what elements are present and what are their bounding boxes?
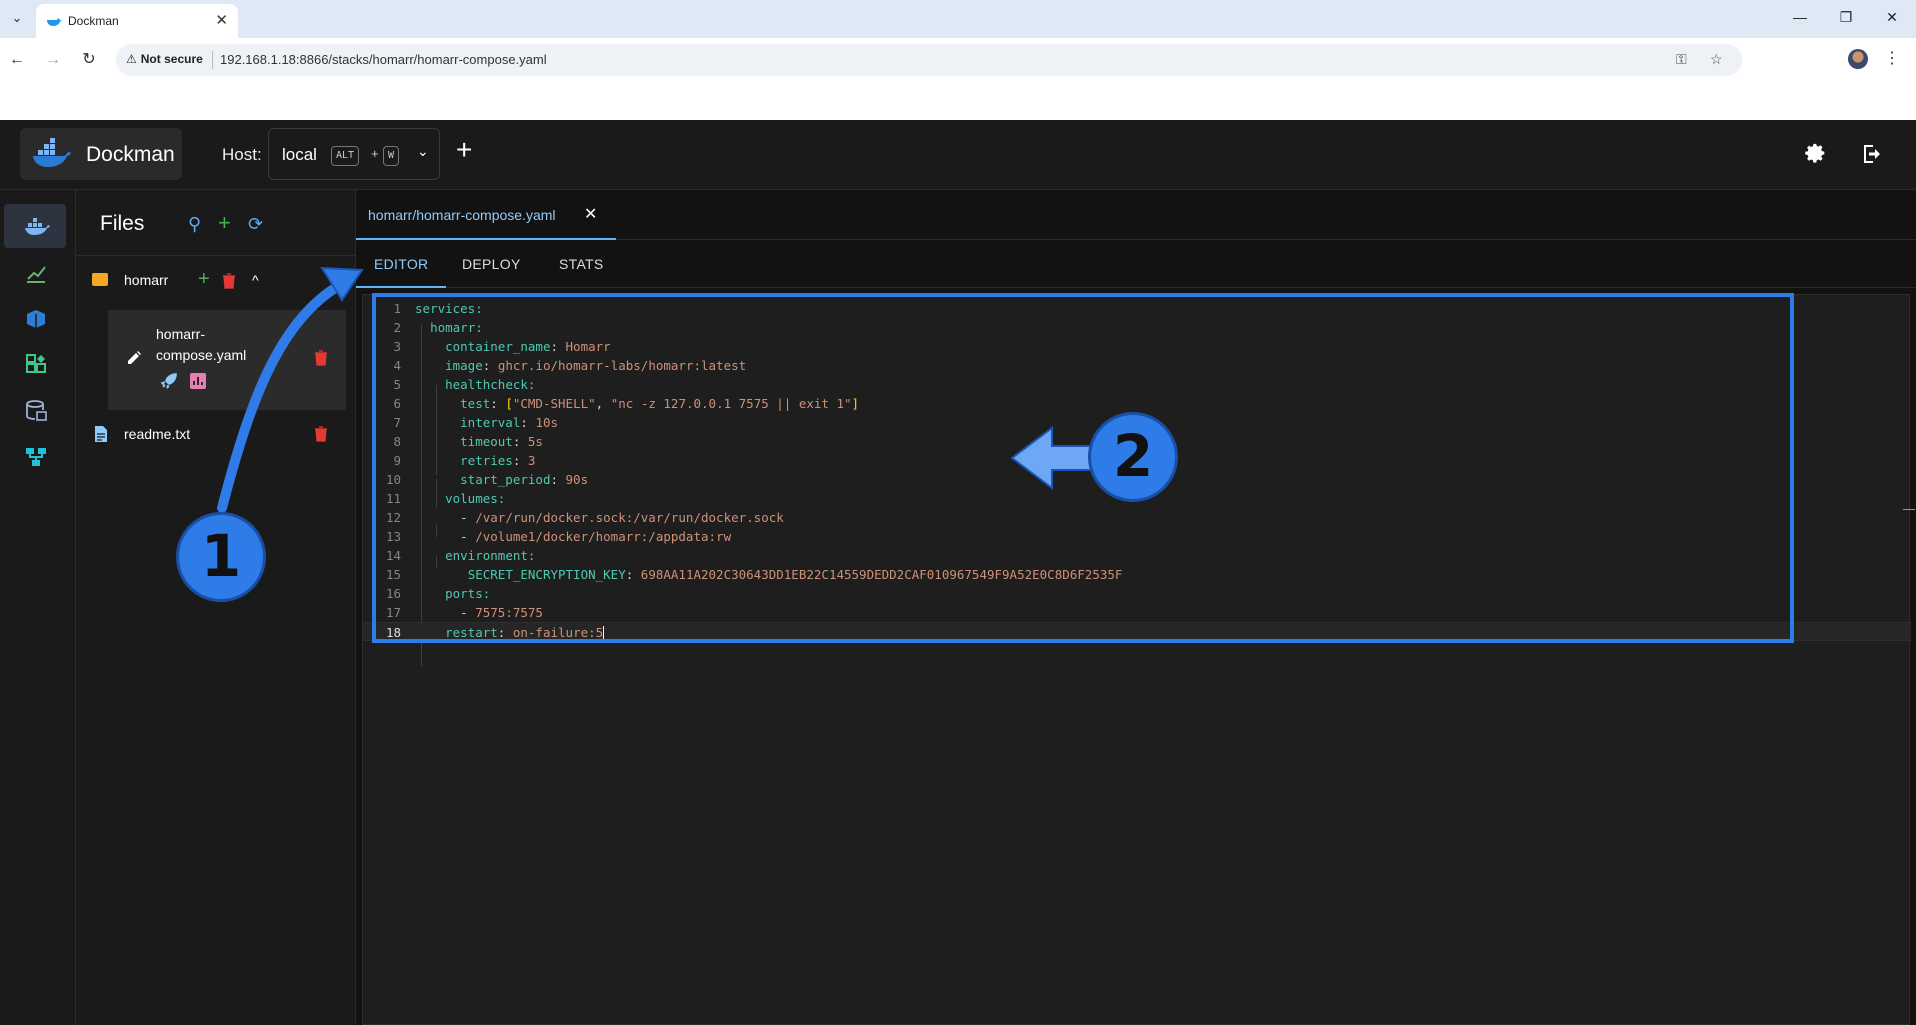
annotation-arrow-1: [217, 280, 345, 513]
annotation-badge-1: 1: [176, 512, 266, 602]
annotation-arrows: [217, 266, 1096, 513]
annotation-badge-2: 2: [1088, 412, 1178, 502]
annotation-arrow-2: [1010, 426, 1096, 490]
